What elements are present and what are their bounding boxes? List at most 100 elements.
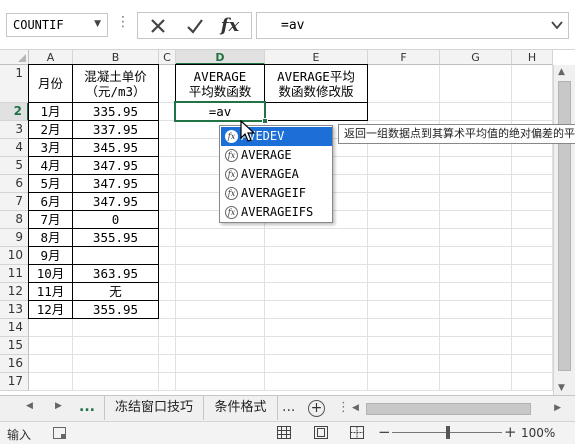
scroll-right-icon[interactable]: ▶ (554, 403, 561, 413)
price-cell[interactable]: 无 (72, 282, 159, 301)
scroll-up-icon[interactable]: ▲ (558, 67, 565, 77)
fill-handle[interactable] (262, 118, 268, 124)
row-header-1[interactable]: 1 (0, 65, 29, 103)
month-cell[interactable]: 2月 (28, 120, 73, 139)
price-cell[interactable]: 347.95 (72, 156, 159, 175)
more-sheets-right[interactable]: ... (282, 399, 295, 415)
price-cell[interactable]: 345.95 (72, 138, 159, 157)
month-cell[interactable]: 5月 (28, 174, 73, 193)
month-cell[interactable]: 11月 (28, 282, 73, 301)
autocomplete-item-label: AVERAGEIF (241, 186, 307, 200)
month-cell[interactable]: 9月 (28, 246, 73, 265)
column-header-d[interactable]: D (176, 50, 265, 65)
price-cell[interactable]: 347.95 (72, 192, 159, 211)
page-break-preview-icon[interactable] (350, 426, 364, 439)
add-sheet-button[interactable]: + (308, 400, 325, 417)
row-header-12[interactable]: 12 (0, 283, 29, 301)
page-layout-icon[interactable] (314, 426, 328, 439)
price-cell[interactable] (72, 246, 159, 265)
month-cell[interactable]: 1月 (28, 102, 73, 121)
formula-bar: COUNTIF ▼ ⋮ fx =av (0, 0, 575, 50)
drag-handle-icon[interactable]: ⋮ (116, 14, 130, 30)
price-cell[interactable]: 337.95 (72, 120, 159, 139)
price-cell[interactable]: 355.95 (72, 228, 159, 247)
sheet-tab-bar: ◀ ▶ ... 冻结窗口技巧 条件格式 ... + ⋮ ◀ ▶ (0, 395, 575, 421)
scroll-down-icon[interactable]: ▼ (558, 383, 565, 393)
price-cell[interactable]: 0 (72, 210, 159, 229)
row-header-13[interactable]: 13 (0, 301, 29, 319)
price-cell[interactable]: 335.95 (72, 102, 159, 121)
insert-function-icon[interactable]: fx (218, 16, 242, 36)
row-header-4[interactable]: 4 (0, 139, 29, 157)
month-cell[interactable]: 3月 (28, 138, 73, 157)
drag-handle-icon[interactable]: ⋮ (337, 400, 350, 415)
column-header-g[interactable]: G (440, 50, 512, 65)
column-header-f[interactable]: F (368, 50, 440, 65)
month-cell[interactable]: 12月 (28, 300, 73, 319)
row-header-5[interactable]: 5 (0, 157, 29, 175)
row-header-14[interactable]: 14 (0, 319, 29, 337)
column-header-a[interactable]: A (29, 50, 73, 65)
normal-view-icon[interactable] (277, 426, 291, 439)
function-icon: fx (225, 130, 238, 143)
row-header-17[interactable]: 17 (0, 373, 29, 391)
macro-record-icon[interactable] (53, 427, 66, 439)
column-header-c[interactable]: C (159, 50, 176, 65)
autocomplete-item-average[interactable]: fx AVERAGE (221, 146, 332, 165)
row-header-7[interactable]: 7 (0, 193, 29, 211)
sheet-tab-freeze[interactable]: 冻结窗口技巧 (104, 396, 204, 420)
month-cell[interactable]: 7月 (28, 210, 73, 229)
formula-input[interactable]: =av (256, 12, 569, 39)
autocomplete-item-avedev[interactable]: fx AVEDEV (221, 127, 332, 146)
price-cell[interactable]: 355.95 (72, 300, 159, 319)
month-cell[interactable]: 4月 (28, 156, 73, 175)
more-sheets-left[interactable]: ... (79, 399, 95, 415)
row-header-8[interactable]: 8 (0, 211, 29, 229)
zoom-level[interactable]: 100% (521, 426, 555, 440)
status-mode: 输入 (7, 428, 32, 442)
zoom-slider-thumb[interactable] (446, 426, 450, 439)
chevron-down-icon[interactable] (550, 18, 564, 32)
header-cell-price[interactable]: 混凝土单价 （元/m3） (72, 64, 159, 103)
triangle-left-icon[interactable]: ◀ (26, 401, 33, 411)
column-header-e[interactable]: E (265, 50, 368, 65)
cell-e2[interactable] (264, 102, 368, 121)
function-icon: fx (225, 187, 238, 200)
header-cell-month[interactable]: 月份 (28, 64, 73, 103)
row-header-11[interactable]: 11 (0, 265, 29, 283)
month-cell[interactable]: 6月 (28, 192, 73, 211)
chevron-down-icon[interactable]: ▼ (94, 19, 101, 29)
zoom-out-button[interactable]: − (378, 423, 391, 441)
autocomplete-item-averagea[interactable]: fx AVERAGEA (221, 165, 332, 184)
header-cell-average-modified[interactable]: AVERAGE平均 数函数修改版 (264, 64, 368, 103)
month-cell[interactable]: 10月 (28, 264, 73, 283)
row-header-6[interactable]: 6 (0, 175, 29, 193)
row-header-16[interactable]: 16 (0, 355, 29, 373)
cancel-icon[interactable] (146, 16, 170, 36)
autocomplete-item-averageif[interactable]: fx AVERAGEIF (221, 184, 332, 203)
price-cell[interactable]: 363.95 (72, 264, 159, 283)
scrollbar-thumb[interactable] (366, 403, 531, 415)
status-bar: 输入 − + 100% (0, 421, 575, 444)
scroll-left-icon[interactable]: ◀ (352, 403, 359, 413)
month-cell[interactable]: 8月 (28, 228, 73, 247)
row-header-2[interactable]: 2 (0, 103, 29, 121)
header-cell-average[interactable]: AVERAGE 平均数函数 (175, 64, 265, 103)
name-box[interactable]: COUNTIF ▼ (6, 13, 108, 37)
row-header-10[interactable]: 10 (0, 247, 29, 265)
column-header-b[interactable]: B (73, 50, 159, 65)
row-header-9[interactable]: 9 (0, 229, 29, 247)
sheet-tab-conditional-format[interactable]: 条件格式 (204, 396, 278, 420)
row-header-3[interactable]: 3 (0, 121, 29, 139)
zoom-in-button[interactable]: + (504, 423, 517, 441)
horizontal-scrollbar[interactable]: ◀ ▶ (350, 400, 563, 417)
column-header-h[interactable]: H (512, 50, 553, 65)
triangle-right-icon[interactable]: ▶ (55, 401, 62, 411)
function-autocomplete-list: fx AVEDEV fx AVERAGE fx AVERAGEA fx AVERAGEIF fx… (219, 125, 333, 223)
vertical-scrollbar[interactable]: ▲ ▼ (553, 65, 575, 395)
autocomplete-item-averageifs[interactable]: fx AVERAGEIFS (221, 203, 332, 222)
row-header-15[interactable]: 15 (0, 337, 29, 355)
formula-text: =av (281, 18, 305, 33)
checkmark-icon[interactable] (183, 16, 207, 36)
price-cell[interactable]: 347.95 (72, 174, 159, 193)
